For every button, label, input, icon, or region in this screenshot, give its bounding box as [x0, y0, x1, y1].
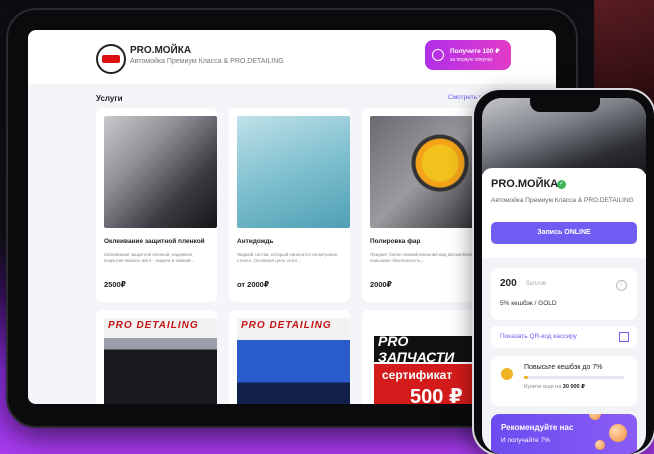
promo-card[interactable]: PRO DETAILING — [229, 310, 350, 404]
boost-progress-fill — [524, 376, 528, 379]
certificate-banner: сертификат 500 ₽ — [374, 364, 480, 404]
bonus-cta-button[interactable]: Получите 100 ₽ за первую покупку — [425, 40, 511, 70]
decor-ball — [589, 414, 601, 420]
promo-badge: PRO ЗАПЧАСТИ — [374, 333, 480, 365]
certificate-amount: 500 ₽ — [410, 386, 463, 404]
phone-brand-title: PRO.МОЙКА — [491, 178, 559, 190]
brand-tagline: Автомойка Премиум Класса & PRO.DETAILING — [130, 58, 284, 65]
cashback-level: 5% кешбэк / GOLD — [500, 300, 557, 307]
cashback-boost-card: Повысьте кешбэк до 7% Купите еще на 30 0… — [491, 356, 637, 406]
points-unit: баллов — [526, 281, 547, 287]
service-photo — [237, 116, 350, 228]
refer-banner[interactable]: Рекомендуйте нас И получайте 7% — [491, 414, 637, 454]
boost-title: Повысьте кешбэк до 7% — [524, 364, 603, 371]
decor-ball — [595, 440, 605, 450]
boost-progress-bar — [524, 376, 624, 379]
online-booking-button[interactable]: Запись ONLINE — [491, 222, 637, 244]
service-price: от 2000₽ — [237, 280, 270, 289]
brand-card: PRO.МОЙКА ✓ Автомойка Премиум Класса & P… — [482, 168, 646, 258]
service-price: 2000₽ — [370, 280, 392, 289]
points-value: 200 — [500, 278, 517, 289]
cta-line-1: Получите 100 ₽ — [450, 48, 500, 55]
service-photo — [370, 116, 483, 228]
service-card[interactable]: Оклеивание защитной пленкой Оклеивание з… — [96, 108, 217, 302]
service-name: Антидождь — [237, 238, 274, 245]
promo-brand-text: PRO DETAILING — [241, 320, 332, 331]
qr-label: Показать QR-код кассиру — [500, 333, 577, 340]
show-qr-button[interactable]: Показать QR-код кассиру — [491, 326, 637, 348]
logo-mark-icon — [102, 55, 120, 63]
gift-icon — [432, 49, 444, 61]
service-desc: Жидкий состав, который наносится на ветр… — [237, 252, 338, 263]
promo-card[interactable]: PRO DETAILING — [96, 310, 217, 404]
service-photo — [104, 116, 217, 228]
qr-code-icon — [619, 332, 629, 342]
decor-ball — [609, 424, 627, 442]
promo-brand-text: PRO DETAILING — [108, 320, 199, 331]
refer-title: Рекомендуйте нас — [501, 423, 574, 432]
brand-logo[interactable] — [96, 44, 126, 74]
cta-line-2: за первую покупку — [450, 57, 493, 63]
brand-title: PRO.МОЙКА — [130, 45, 192, 56]
phone-tagline: Автомойка Премиум Класса & PRO.DETAILING — [491, 197, 634, 204]
service-name: Оклеивание защитной пленкой — [104, 238, 205, 245]
service-price: 2500₽ — [104, 280, 126, 289]
boost-note-prefix: Купите еще на — [524, 384, 562, 390]
service-card[interactable]: Антидождь Жидкий состав, который наносит… — [229, 108, 350, 302]
phone-notch — [530, 98, 600, 112]
refer-subtitle: И получайте 7% — [501, 437, 550, 444]
tablet-header: PRO.МОЙКА Автомойка Премиум Класса & PRO… — [28, 30, 556, 85]
medal-icon — [501, 368, 513, 380]
boost-note: Купите еще на 30 000 ₽ — [524, 384, 585, 390]
info-icon[interactable]: i — [616, 280, 627, 291]
promo-card[interactable]: PRO ЗАПЧАСТИ сертификат 500 ₽ — [362, 310, 483, 404]
phone-screen: PRO.МОЙКА ✓ Автомойка Премиум Класса & P… — [482, 98, 646, 454]
section-title: Услуги — [96, 94, 123, 103]
verified-check-icon: ✓ — [557, 180, 566, 189]
phone-device: PRO.МОЙКА ✓ Автомойка Премиум Класса & P… — [474, 90, 654, 454]
certificate-label: сертификат — [382, 368, 453, 382]
points-card: 200 баллов 5% кешбэк / GOLD i — [491, 268, 637, 320]
service-desc: Оклеивание защитной пленкой, надежное по… — [104, 252, 195, 263]
service-name: Полировка фар — [370, 238, 421, 245]
service-desc: Придает более свежий внешний вид автомоб… — [370, 252, 478, 263]
service-card[interactable]: Полировка фар Придает более свежий внешн… — [362, 108, 483, 302]
boost-note-amount: 30 000 ₽ — [562, 384, 585, 390]
